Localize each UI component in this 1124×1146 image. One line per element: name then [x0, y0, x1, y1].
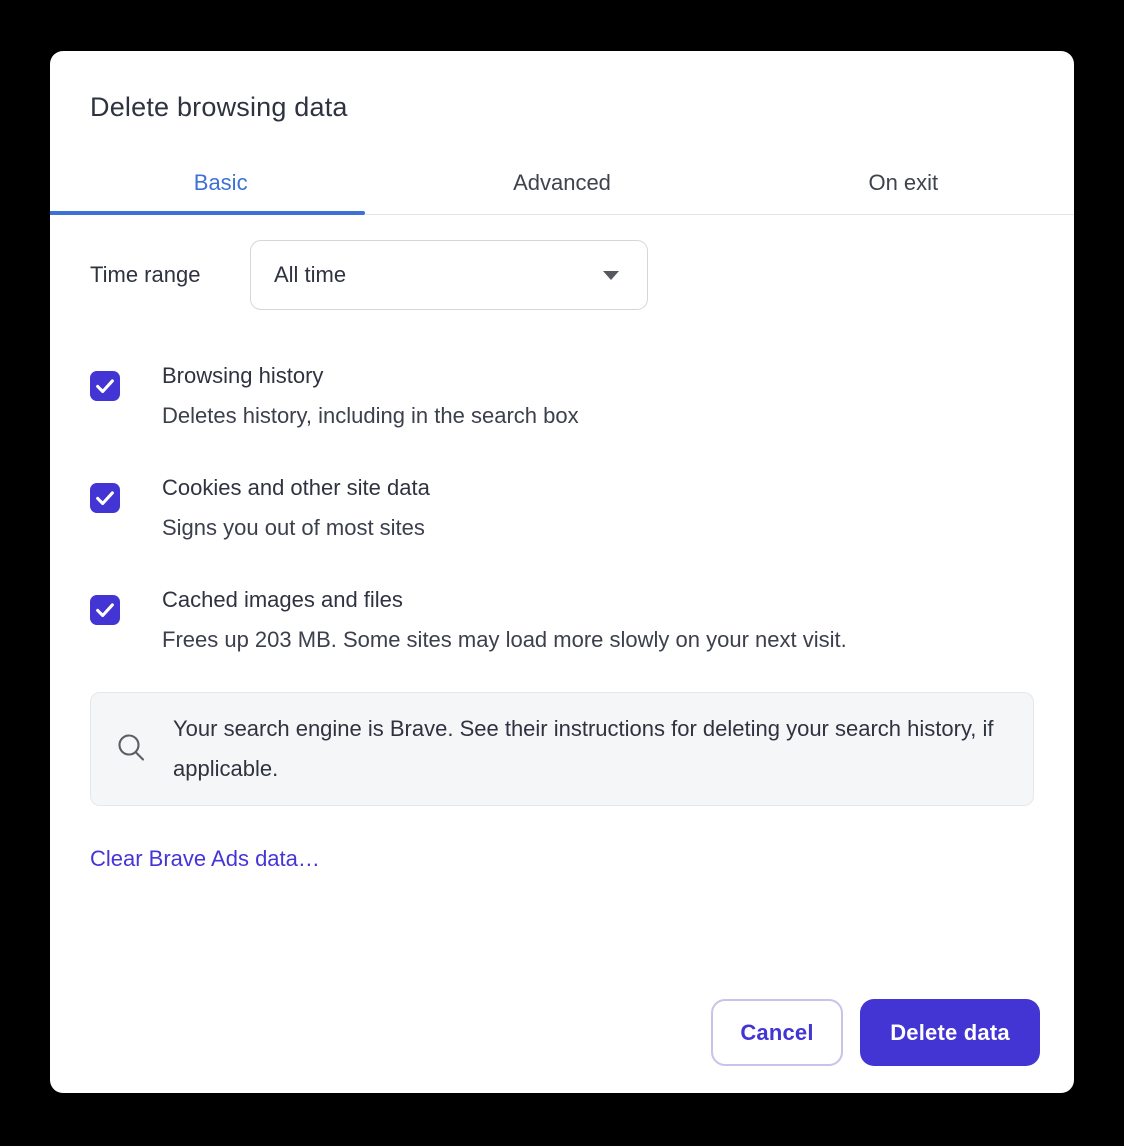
- dialog-footer: Cancel Delete data: [711, 999, 1040, 1066]
- checkmark-icon: [94, 487, 116, 509]
- tab-basic[interactable]: Basic: [50, 151, 391, 214]
- cached-images-label: Cached images and files: [162, 580, 847, 620]
- tab-on-exit-label: On exit: [868, 170, 938, 196]
- delete-data-button[interactable]: Delete data: [860, 999, 1040, 1066]
- tab-strip: Basic Advanced On exit: [50, 151, 1074, 215]
- delete-browsing-data-dialog: Delete browsing data Basic Advanced On e…: [50, 51, 1074, 1093]
- cached-images-row: Cached images and files Frees up 203 MB.…: [90, 580, 1034, 660]
- search-engine-notice-text: Your search engine is Brave. See their i…: [173, 709, 1003, 789]
- checkmark-icon: [94, 599, 116, 621]
- browsing-history-row: Browsing history Deletes history, includ…: [90, 356, 1034, 436]
- cookies-label: Cookies and other site data: [162, 468, 430, 508]
- tab-basic-label: Basic: [194, 170, 248, 196]
- time-range-row: Time range All time: [90, 240, 1034, 310]
- active-tab-indicator: [50, 211, 365, 215]
- tab-advanced[interactable]: Advanced: [391, 151, 732, 214]
- time-range-selected-value: All time: [274, 262, 603, 288]
- cached-images-checkbox[interactable]: [90, 595, 120, 625]
- dialog-content: Time range All time Browsing history Del…: [50, 240, 1074, 872]
- page-title: Delete browsing data: [90, 92, 1034, 122]
- data-type-list: Browsing history Deletes history, includ…: [90, 356, 1034, 660]
- search-icon: [115, 732, 149, 766]
- tab-on-exit[interactable]: On exit: [733, 151, 1074, 214]
- time-range-select[interactable]: All time: [250, 240, 648, 310]
- tab-advanced-label: Advanced: [513, 170, 611, 196]
- checkmark-icon: [94, 375, 116, 397]
- browsing-history-description: Deletes history, including in the search…: [162, 396, 579, 436]
- cancel-button[interactable]: Cancel: [711, 999, 843, 1066]
- browsing-history-label: Browsing history: [162, 356, 579, 396]
- time-range-label: Time range: [90, 262, 250, 288]
- browsing-history-checkbox[interactable]: [90, 371, 120, 401]
- search-engine-notice: Your search engine is Brave. See their i…: [90, 692, 1034, 806]
- cookies-checkbox[interactable]: [90, 483, 120, 513]
- cookies-description: Signs you out of most sites: [162, 508, 430, 548]
- chevron-down-icon: [603, 271, 619, 280]
- clear-brave-ads-data-link[interactable]: Clear Brave Ads data…: [90, 846, 320, 872]
- cookies-row: Cookies and other site data Signs you ou…: [90, 468, 1034, 548]
- cached-images-description: Frees up 203 MB. Some sites may load mor…: [162, 620, 847, 660]
